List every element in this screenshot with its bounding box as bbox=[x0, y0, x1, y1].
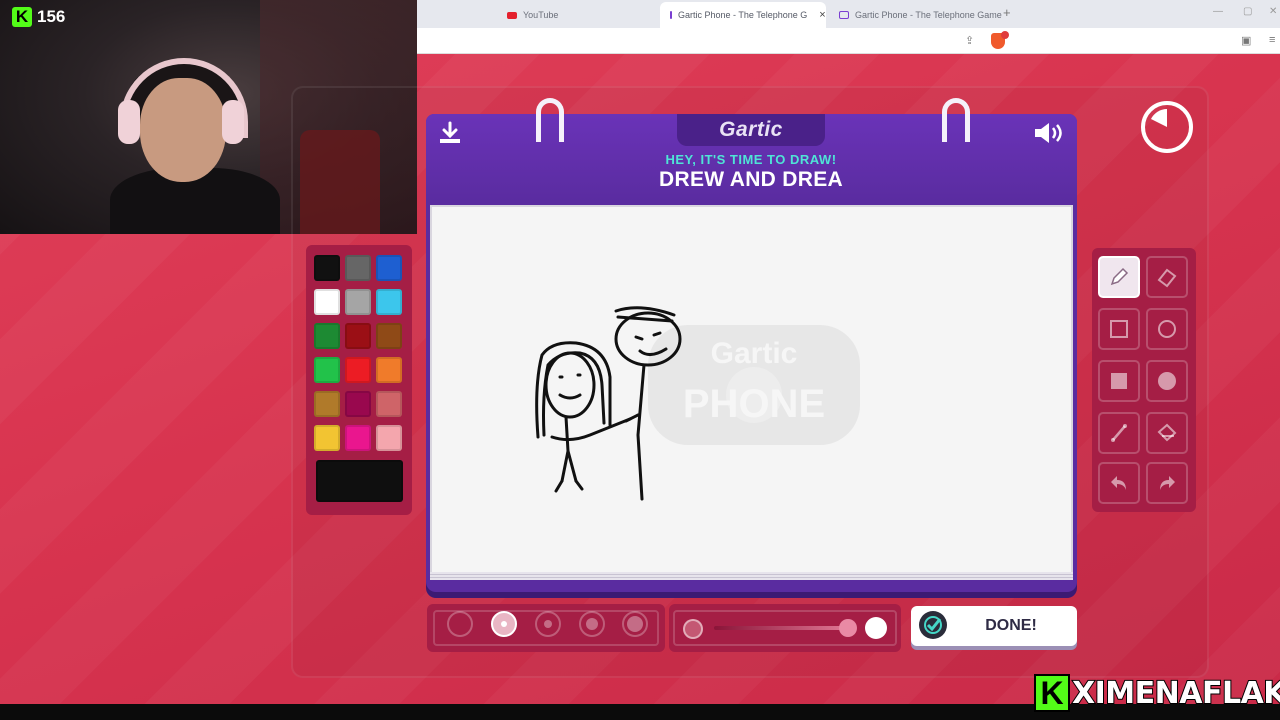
circle-outline-tool[interactable] bbox=[1146, 308, 1188, 350]
menu-icon[interactable]: ≡ bbox=[1269, 34, 1275, 46]
notebook-ring-left bbox=[536, 98, 564, 142]
color-swatch[interactable] bbox=[345, 391, 371, 417]
circle-filled-icon bbox=[1158, 372, 1176, 390]
download-icon[interactable] bbox=[438, 121, 462, 150]
fill-tool[interactable] bbox=[1146, 412, 1188, 454]
channel-name: XIMENAFLAKA bbox=[1071, 675, 1280, 712]
close-window-icon[interactable]: ✕ bbox=[1269, 6, 1277, 17]
check-icon bbox=[919, 611, 947, 639]
circle-filled-tool[interactable] bbox=[1146, 360, 1188, 402]
opacity-low-icon bbox=[683, 619, 703, 639]
color-swatch[interactable] bbox=[376, 255, 402, 281]
square-filled-icon bbox=[1111, 373, 1127, 389]
color-swatch[interactable] bbox=[376, 425, 402, 451]
user-drawing bbox=[535, 306, 682, 501]
brush-size-3[interactable] bbox=[535, 611, 561, 637]
color-swatch[interactable] bbox=[345, 425, 371, 451]
color-swatch[interactable] bbox=[376, 391, 402, 417]
opacity-slider-handle[interactable] bbox=[839, 619, 857, 637]
opacity-slider[interactable] bbox=[714, 626, 852, 630]
channel-watermark: K XIMENAFLAKA bbox=[1034, 674, 1280, 712]
brush-size-2[interactable] bbox=[491, 611, 517, 637]
youtube-icon bbox=[507, 11, 517, 19]
redo-icon bbox=[1160, 476, 1175, 490]
color-swatch[interactable] bbox=[345, 357, 371, 383]
current-color-preview bbox=[316, 460, 403, 502]
prompt-title: DREW AND DREA bbox=[659, 168, 843, 191]
color-swatch[interactable] bbox=[345, 323, 371, 349]
square-outline-tool[interactable] bbox=[1098, 308, 1140, 350]
notebook-ring-right bbox=[942, 98, 970, 142]
eraser-icon bbox=[1157, 268, 1177, 288]
notebook-pages-edge bbox=[430, 572, 1073, 580]
color-swatch[interactable] bbox=[314, 391, 340, 417]
close-tab-icon[interactable]: × bbox=[819, 9, 825, 21]
brush-size-5[interactable] bbox=[622, 611, 648, 637]
prompt-subtitle: HEY, IT'S TIME TO DRAW! bbox=[665, 152, 837, 167]
brave-shield-icon[interactable] bbox=[991, 31, 1009, 49]
line-icon bbox=[1111, 424, 1127, 442]
sound-icon[interactable] bbox=[1033, 121, 1067, 150]
fill-bucket-icon bbox=[1157, 423, 1177, 442]
share-icon[interactable]: ⇪ bbox=[965, 34, 974, 47]
tab-gartic-active[interactable]: Gartic Phone - The Telephone G × bbox=[660, 2, 826, 28]
address-bar[interactable]: ⇪ ▣ ≡ bbox=[417, 28, 1280, 54]
color-swatch[interactable] bbox=[314, 289, 340, 315]
color-swatch[interactable] bbox=[314, 357, 340, 383]
minimize-icon[interactable]: — bbox=[1213, 6, 1223, 17]
brush-size-4[interactable] bbox=[579, 611, 605, 637]
undo-icon bbox=[1111, 476, 1126, 490]
maximize-icon[interactable]: ▢ bbox=[1243, 6, 1252, 17]
color-swatch[interactable] bbox=[314, 425, 340, 451]
kick-logo-icon: K bbox=[1034, 674, 1070, 712]
tab-youtube[interactable]: YouTube bbox=[497, 2, 568, 28]
color-swatch[interactable] bbox=[345, 255, 371, 281]
circle-outline-icon bbox=[1158, 320, 1176, 338]
viewer-count: 156 bbox=[37, 7, 66, 26]
line-tool[interactable] bbox=[1098, 412, 1140, 454]
redo-tool[interactable] bbox=[1146, 462, 1188, 504]
kick-logo-icon: K bbox=[12, 7, 32, 27]
done-button[interactable]: DONE! bbox=[911, 606, 1077, 646]
square-outline-icon bbox=[1110, 320, 1128, 338]
tab-gartic[interactable]: Gartic Phone - The Telephone Game bbox=[829, 2, 1012, 28]
sidebar-icon[interactable]: ▣ bbox=[1241, 34, 1251, 47]
opacity-high-icon bbox=[865, 617, 887, 639]
square-filled-tool[interactable] bbox=[1098, 360, 1140, 402]
color-swatch[interactable] bbox=[314, 255, 340, 281]
gartic-icon bbox=[839, 11, 849, 19]
color-swatch[interactable] bbox=[345, 289, 371, 315]
color-swatch[interactable] bbox=[376, 323, 402, 349]
pencil-tool[interactable] bbox=[1098, 256, 1140, 298]
gartic-logo: Gartic bbox=[677, 114, 825, 146]
brush-size-1[interactable] bbox=[447, 611, 473, 637]
pencil-icon bbox=[1110, 267, 1129, 286]
eraser-tool[interactable] bbox=[1146, 256, 1188, 298]
timer-icon bbox=[1141, 101, 1193, 153]
browser-tabbar: YouTube Gartic Phone - The Telephone G ×… bbox=[417, 0, 1280, 28]
new-tab-button[interactable]: + bbox=[1003, 5, 1011, 20]
color-swatch[interactable] bbox=[376, 289, 402, 315]
gartic-icon bbox=[670, 11, 672, 19]
viewer-count-badge: K 156 bbox=[12, 7, 65, 27]
undo-tool[interactable] bbox=[1098, 462, 1140, 504]
color-swatch[interactable] bbox=[314, 323, 340, 349]
color-swatch[interactable] bbox=[376, 357, 402, 383]
